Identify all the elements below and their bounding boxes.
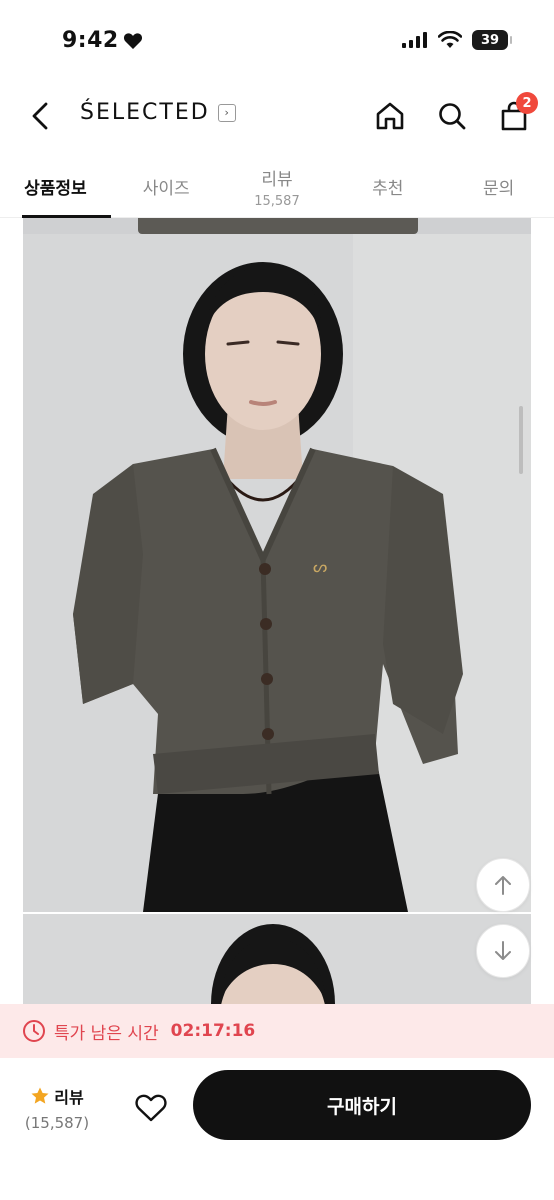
brand-link[interactable]: ŚELECTED › [80,100,236,125]
next-product-photo [23,914,531,1004]
scroll-bottom-button[interactable] [476,924,530,978]
timer-value: 02:17:16 [170,1021,256,1041]
tab-label: 추천 [372,179,404,199]
home-button[interactable] [370,96,410,136]
battery-level: 39 [480,32,500,48]
tab-review-count: 15,587 [254,193,300,209]
scroll-top-button[interactable] [476,858,530,912]
buy-button[interactable]: 구매하기 [193,1070,531,1140]
search-icon [439,103,466,130]
back-button[interactable] [24,98,56,134]
chevron-left-icon [32,102,48,130]
arrow-up-icon [495,876,511,895]
tab-label: 문의 [482,179,515,199]
wishlist-button[interactable] [130,1088,172,1128]
svg-text:ᔕ: ᔕ [313,557,327,576]
tab-review[interactable]: 리뷰 15,587 [222,156,333,217]
app-header: ŚELECTED › 2 [0,84,554,148]
scroll-indicator[interactable] [519,406,523,474]
review-summary[interactable]: 리뷰 (15,587) [22,1084,92,1132]
product-tabs: 상품정보 사이즈 리뷰 15,587 추천 문의 [0,156,554,218]
clock-icon [23,1020,45,1042]
bottom-action-bar: 리뷰 (15,587) 구매하기 [0,1058,554,1200]
status-time: 9:42 [62,28,143,53]
heart-outline-icon [135,1094,167,1122]
brand-name: ŚELECTED [80,100,210,125]
model-cardigan-illustration: ᔕ [23,234,531,912]
tab-recommend[interactable]: 추천 [332,156,443,217]
tab-product-info[interactable]: 상품정보 [0,156,111,218]
signal-icon [402,32,427,48]
previous-image-edge [23,218,531,234]
review-label: 리뷰 [54,1088,84,1107]
model-head-illustration [23,914,531,1004]
battery-icon: 39 [472,30,512,50]
product-detail-content[interactable]: ᔕ [0,218,554,1004]
home-icon [376,102,404,130]
tab-label: 사이즈 [142,179,190,199]
cart-button[interactable]: 2 [494,92,538,136]
status-indicators: 39 [402,30,512,50]
chevron-right-icon: › [217,103,236,122]
timer-label: 특가 남은 시간 [54,1023,159,1044]
review-summary-top: 리뷰 [30,1084,84,1108]
review-count: (15,587) [24,1114,90,1132]
tab-inquiry[interactable]: 문의 [443,156,554,217]
product-photo: ᔕ [23,234,531,912]
star-icon [31,1087,49,1104]
arrow-down-icon [495,941,511,960]
search-button[interactable] [432,96,472,136]
status-bar: 9:42 39 [0,0,554,80]
status-time-text: 9:42 [62,28,119,53]
heart-status-icon [123,32,142,49]
special-price-timer: 특가 남은 시간 02:17:16 [0,1004,554,1058]
tab-label: 상품정보 [24,179,87,199]
tab-label: 리뷰 [261,169,293,190]
wifi-icon [438,31,462,48]
tab-size[interactable]: 사이즈 [111,156,222,217]
cart-count-badge: 2 [516,92,538,114]
